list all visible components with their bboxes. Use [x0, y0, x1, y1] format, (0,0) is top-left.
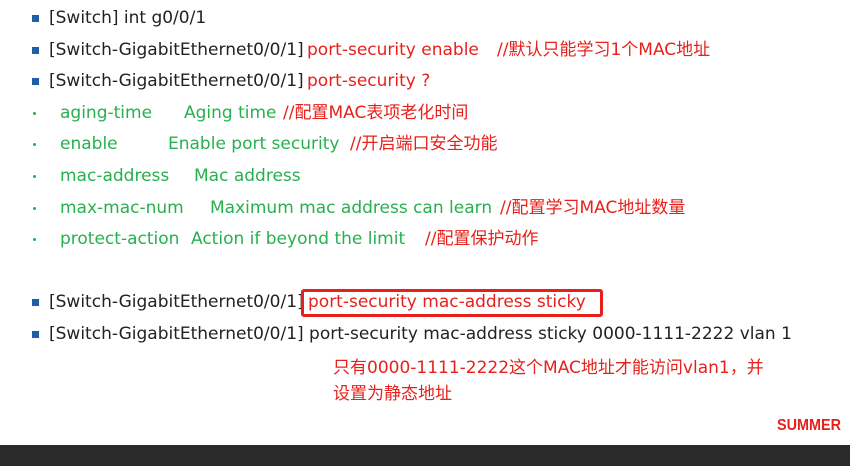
dot-bullet-icon: [33, 207, 36, 210]
option-name: mac-address: [60, 166, 170, 186]
command-comment: //默认只能学习1个MAC地址: [497, 40, 711, 60]
footer-bar: [0, 445, 850, 466]
note-line-1: 只有0000-1111-2222这个MAC地址才能访问vlan1，并: [333, 358, 764, 378]
option-description: Enable port security: [168, 134, 340, 154]
command-text: [Switch] int g0/0/1: [49, 8, 207, 28]
option-name: enable: [60, 134, 118, 154]
option-name: aging-time: [60, 103, 153, 123]
explanation-note: 只有0000-1111-2222这个MAC地址才能访问vlan1，并 设置为静态…: [333, 355, 764, 407]
command-keyword: port-security ?: [307, 71, 431, 91]
option-comment: //配置MAC表项老化时间: [283, 103, 469, 123]
option-name: max-mac-num: [60, 198, 184, 218]
dot-bullet-icon: [33, 112, 36, 115]
option-description: Maximum mac address can learn: [210, 198, 493, 218]
option-comment: //配置保护动作: [425, 229, 539, 249]
dot-bullet-icon: [33, 143, 36, 146]
command-keyword: port-security enable: [307, 40, 479, 60]
option-name: protect-action: [60, 229, 180, 249]
square-bullet-icon: [32, 47, 39, 54]
command-prompt: [Switch-GigabitEthernet0/0/1]: [49, 71, 304, 91]
note-line-2: 设置为静态地址: [333, 384, 452, 404]
square-bullet-icon: [32, 78, 39, 85]
square-bullet-icon: [32, 331, 39, 338]
command-prompt: [Switch-GigabitEthernet0/0/1]: [49, 40, 304, 60]
command-prompt: [Switch-GigabitEthernet0/0/1]: [49, 292, 304, 312]
option-description: Action if beyond the limit: [191, 229, 406, 249]
option-description: Aging time: [184, 103, 277, 123]
command-text: [Switch-GigabitEthernet0/0/1] port-secur…: [49, 324, 792, 344]
highlight-box: [301, 289, 603, 317]
option-comment: //开启端口安全功能: [350, 134, 498, 154]
dot-bullet-icon: [33, 175, 36, 178]
option-comment: //配置学习MAC地址数量: [500, 198, 686, 218]
dot-bullet-icon: [33, 238, 36, 241]
square-bullet-icon: [32, 299, 39, 306]
option-description: Mac address: [194, 166, 301, 186]
summer-logo: SUMMER: [777, 417, 841, 434]
square-bullet-icon: [32, 15, 39, 22]
